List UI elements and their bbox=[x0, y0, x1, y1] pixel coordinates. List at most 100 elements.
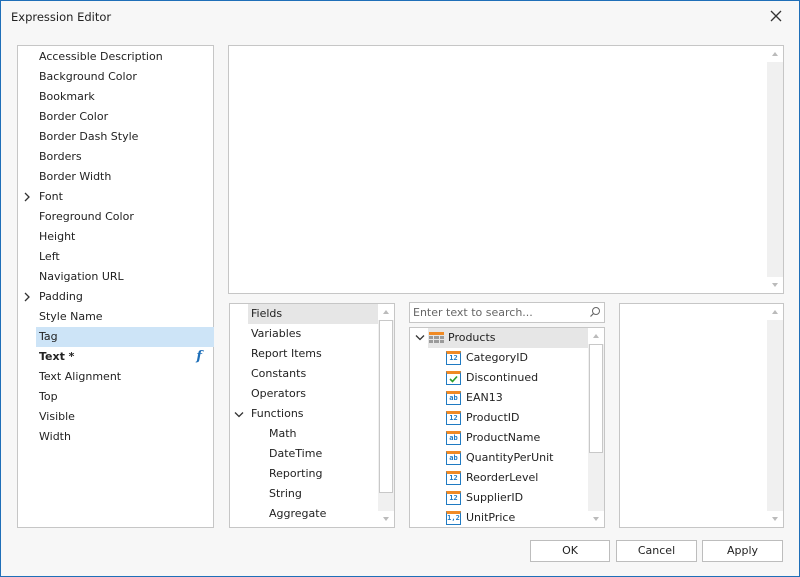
field-item[interactable]: 12 SupplierID bbox=[410, 488, 590, 508]
arrow-up-icon bbox=[772, 310, 778, 314]
scroll-up-button[interactable] bbox=[588, 328, 604, 344]
number-field-icon: 12 bbox=[446, 351, 461, 365]
property-item[interactable]: Accessible Description bbox=[18, 47, 214, 67]
field-label: ProductID bbox=[466, 411, 520, 424]
arrow-down-icon bbox=[772, 517, 778, 521]
property-item[interactable]: Left bbox=[18, 247, 214, 267]
description-scrollbar[interactable] bbox=[767, 304, 783, 527]
scroll-up-button[interactable] bbox=[378, 304, 394, 320]
property-item[interactable]: Width bbox=[18, 427, 214, 447]
expression-scrollbar[interactable] bbox=[767, 46, 783, 293]
category-item[interactable]: Report Items bbox=[248, 344, 378, 364]
property-item[interactable]: Text * f bbox=[18, 347, 214, 367]
categories-list: Fields Variables Report Items Constants Oper… bbox=[229, 303, 395, 528]
search-input[interactable] bbox=[413, 305, 583, 320]
property-item[interactable]: Visible bbox=[18, 407, 214, 427]
field-label: ReorderLevel bbox=[466, 471, 539, 484]
scroll-up-button[interactable] bbox=[767, 304, 783, 320]
property-item[interactable]: Text Alignment bbox=[18, 367, 214, 387]
property-label: Foreground Color bbox=[39, 210, 134, 223]
tree-node-label: Products bbox=[448, 331, 496, 344]
scroll-down-button[interactable] bbox=[378, 511, 394, 527]
window-title: Expression Editor bbox=[11, 10, 112, 24]
property-item[interactable]: Borders bbox=[18, 147, 214, 167]
property-item[interactable]: Border Dash Style bbox=[18, 127, 214, 147]
property-label: Text * bbox=[39, 350, 75, 363]
field-item[interactable]: 1,2 UnitPrice bbox=[410, 508, 590, 528]
category-item[interactable]: DateTime bbox=[266, 444, 378, 464]
property-label: Bookmark bbox=[39, 90, 95, 103]
property-item[interactable]: Padding bbox=[18, 287, 214, 307]
field-item[interactable]: ab ProductName bbox=[410, 428, 590, 448]
chevron-right-icon[interactable] bbox=[23, 287, 31, 307]
property-item[interactable]: Style Name bbox=[18, 307, 214, 327]
field-label: Discontinued bbox=[466, 371, 539, 384]
property-item[interactable]: Border Width bbox=[18, 167, 214, 187]
number-field-icon: 12 bbox=[446, 491, 461, 505]
property-item[interactable]: Border Color bbox=[18, 107, 214, 127]
category-item[interactable]: Constants bbox=[248, 364, 378, 384]
category-item[interactable]: String bbox=[266, 484, 378, 504]
scroll-down-button[interactable] bbox=[767, 277, 783, 293]
scroll-up-button[interactable] bbox=[767, 46, 783, 62]
field-label: UnitPrice bbox=[466, 511, 516, 524]
chevron-down-icon[interactable] bbox=[415, 334, 425, 342]
property-item[interactable]: Bookmark bbox=[18, 87, 214, 107]
field-item[interactable]: ab EAN13 bbox=[410, 388, 590, 408]
search-box bbox=[409, 302, 605, 323]
apply-button[interactable]: Apply bbox=[702, 540, 783, 562]
close-icon bbox=[770, 10, 782, 22]
category-label: DateTime bbox=[269, 447, 323, 460]
scroll-down-button[interactable] bbox=[588, 511, 604, 527]
scroll-down-button[interactable] bbox=[767, 511, 783, 527]
chevron-down-icon[interactable] bbox=[234, 411, 244, 419]
property-item[interactable]: Foreground Color bbox=[18, 207, 214, 227]
category-item[interactable]: Functions bbox=[248, 404, 378, 424]
category-label: Reporting bbox=[269, 467, 323, 480]
field-item[interactable]: ab QuantityPerUnit bbox=[410, 448, 590, 468]
property-item[interactable]: Font bbox=[18, 187, 214, 207]
field-label: ProductName bbox=[466, 431, 541, 444]
fields-scrollbar[interactable] bbox=[588, 328, 604, 527]
arrow-down-icon bbox=[593, 517, 599, 521]
cancel-button[interactable]: Cancel bbox=[616, 540, 697, 562]
scroll-thumb[interactable] bbox=[379, 320, 393, 493]
property-label: Border Width bbox=[39, 170, 112, 183]
property-item[interactable]: Top bbox=[18, 387, 214, 407]
ok-button[interactable]: OK bbox=[530, 540, 610, 562]
property-item[interactable]: Background Color bbox=[18, 67, 214, 87]
properties-list: Accessible Description Background Color Bo… bbox=[17, 45, 214, 528]
field-item[interactable]: 12 ReorderLevel bbox=[410, 468, 590, 488]
property-item[interactable]: Height bbox=[18, 227, 214, 247]
chevron-right-icon[interactable] bbox=[23, 187, 31, 207]
function-icon: f bbox=[196, 349, 202, 364]
category-label: Math bbox=[269, 427, 297, 440]
scroll-thumb[interactable] bbox=[589, 344, 603, 453]
category-item[interactable]: Operators bbox=[248, 384, 378, 404]
close-button[interactable] bbox=[764, 5, 788, 27]
property-label: Tag bbox=[39, 330, 58, 343]
category-item[interactable]: Reporting bbox=[266, 464, 378, 484]
field-item[interactable]: 12 CategoryID bbox=[410, 348, 590, 368]
property-label: Background Color bbox=[39, 70, 137, 83]
category-item[interactable]: Fields bbox=[248, 304, 378, 324]
tree-node-products[interactable]: Products bbox=[410, 328, 588, 348]
property-label: Borders bbox=[39, 150, 82, 163]
field-item[interactable]: Discontinued bbox=[410, 368, 590, 388]
category-item[interactable]: Math bbox=[266, 424, 378, 444]
property-item[interactable]: Navigation URL bbox=[18, 267, 214, 287]
arrow-down-icon bbox=[383, 517, 389, 521]
search-icon[interactable] bbox=[589, 306, 601, 318]
field-item[interactable]: 12 ProductID bbox=[410, 408, 590, 428]
category-item[interactable]: Aggregate bbox=[266, 504, 378, 524]
property-item[interactable]: Tag bbox=[36, 327, 214, 347]
field-label: EAN13 bbox=[466, 391, 503, 404]
categories-scrollbar[interactable] bbox=[378, 304, 394, 527]
category-item[interactable]: Variables bbox=[248, 324, 378, 344]
property-label: Height bbox=[39, 230, 76, 243]
property-label: Border Color bbox=[39, 110, 109, 123]
string-field-icon: ab bbox=[446, 431, 461, 445]
expression-text-area[interactable] bbox=[228, 45, 784, 294]
arrow-up-icon bbox=[383, 310, 389, 314]
field-label: CategoryID bbox=[466, 351, 528, 364]
